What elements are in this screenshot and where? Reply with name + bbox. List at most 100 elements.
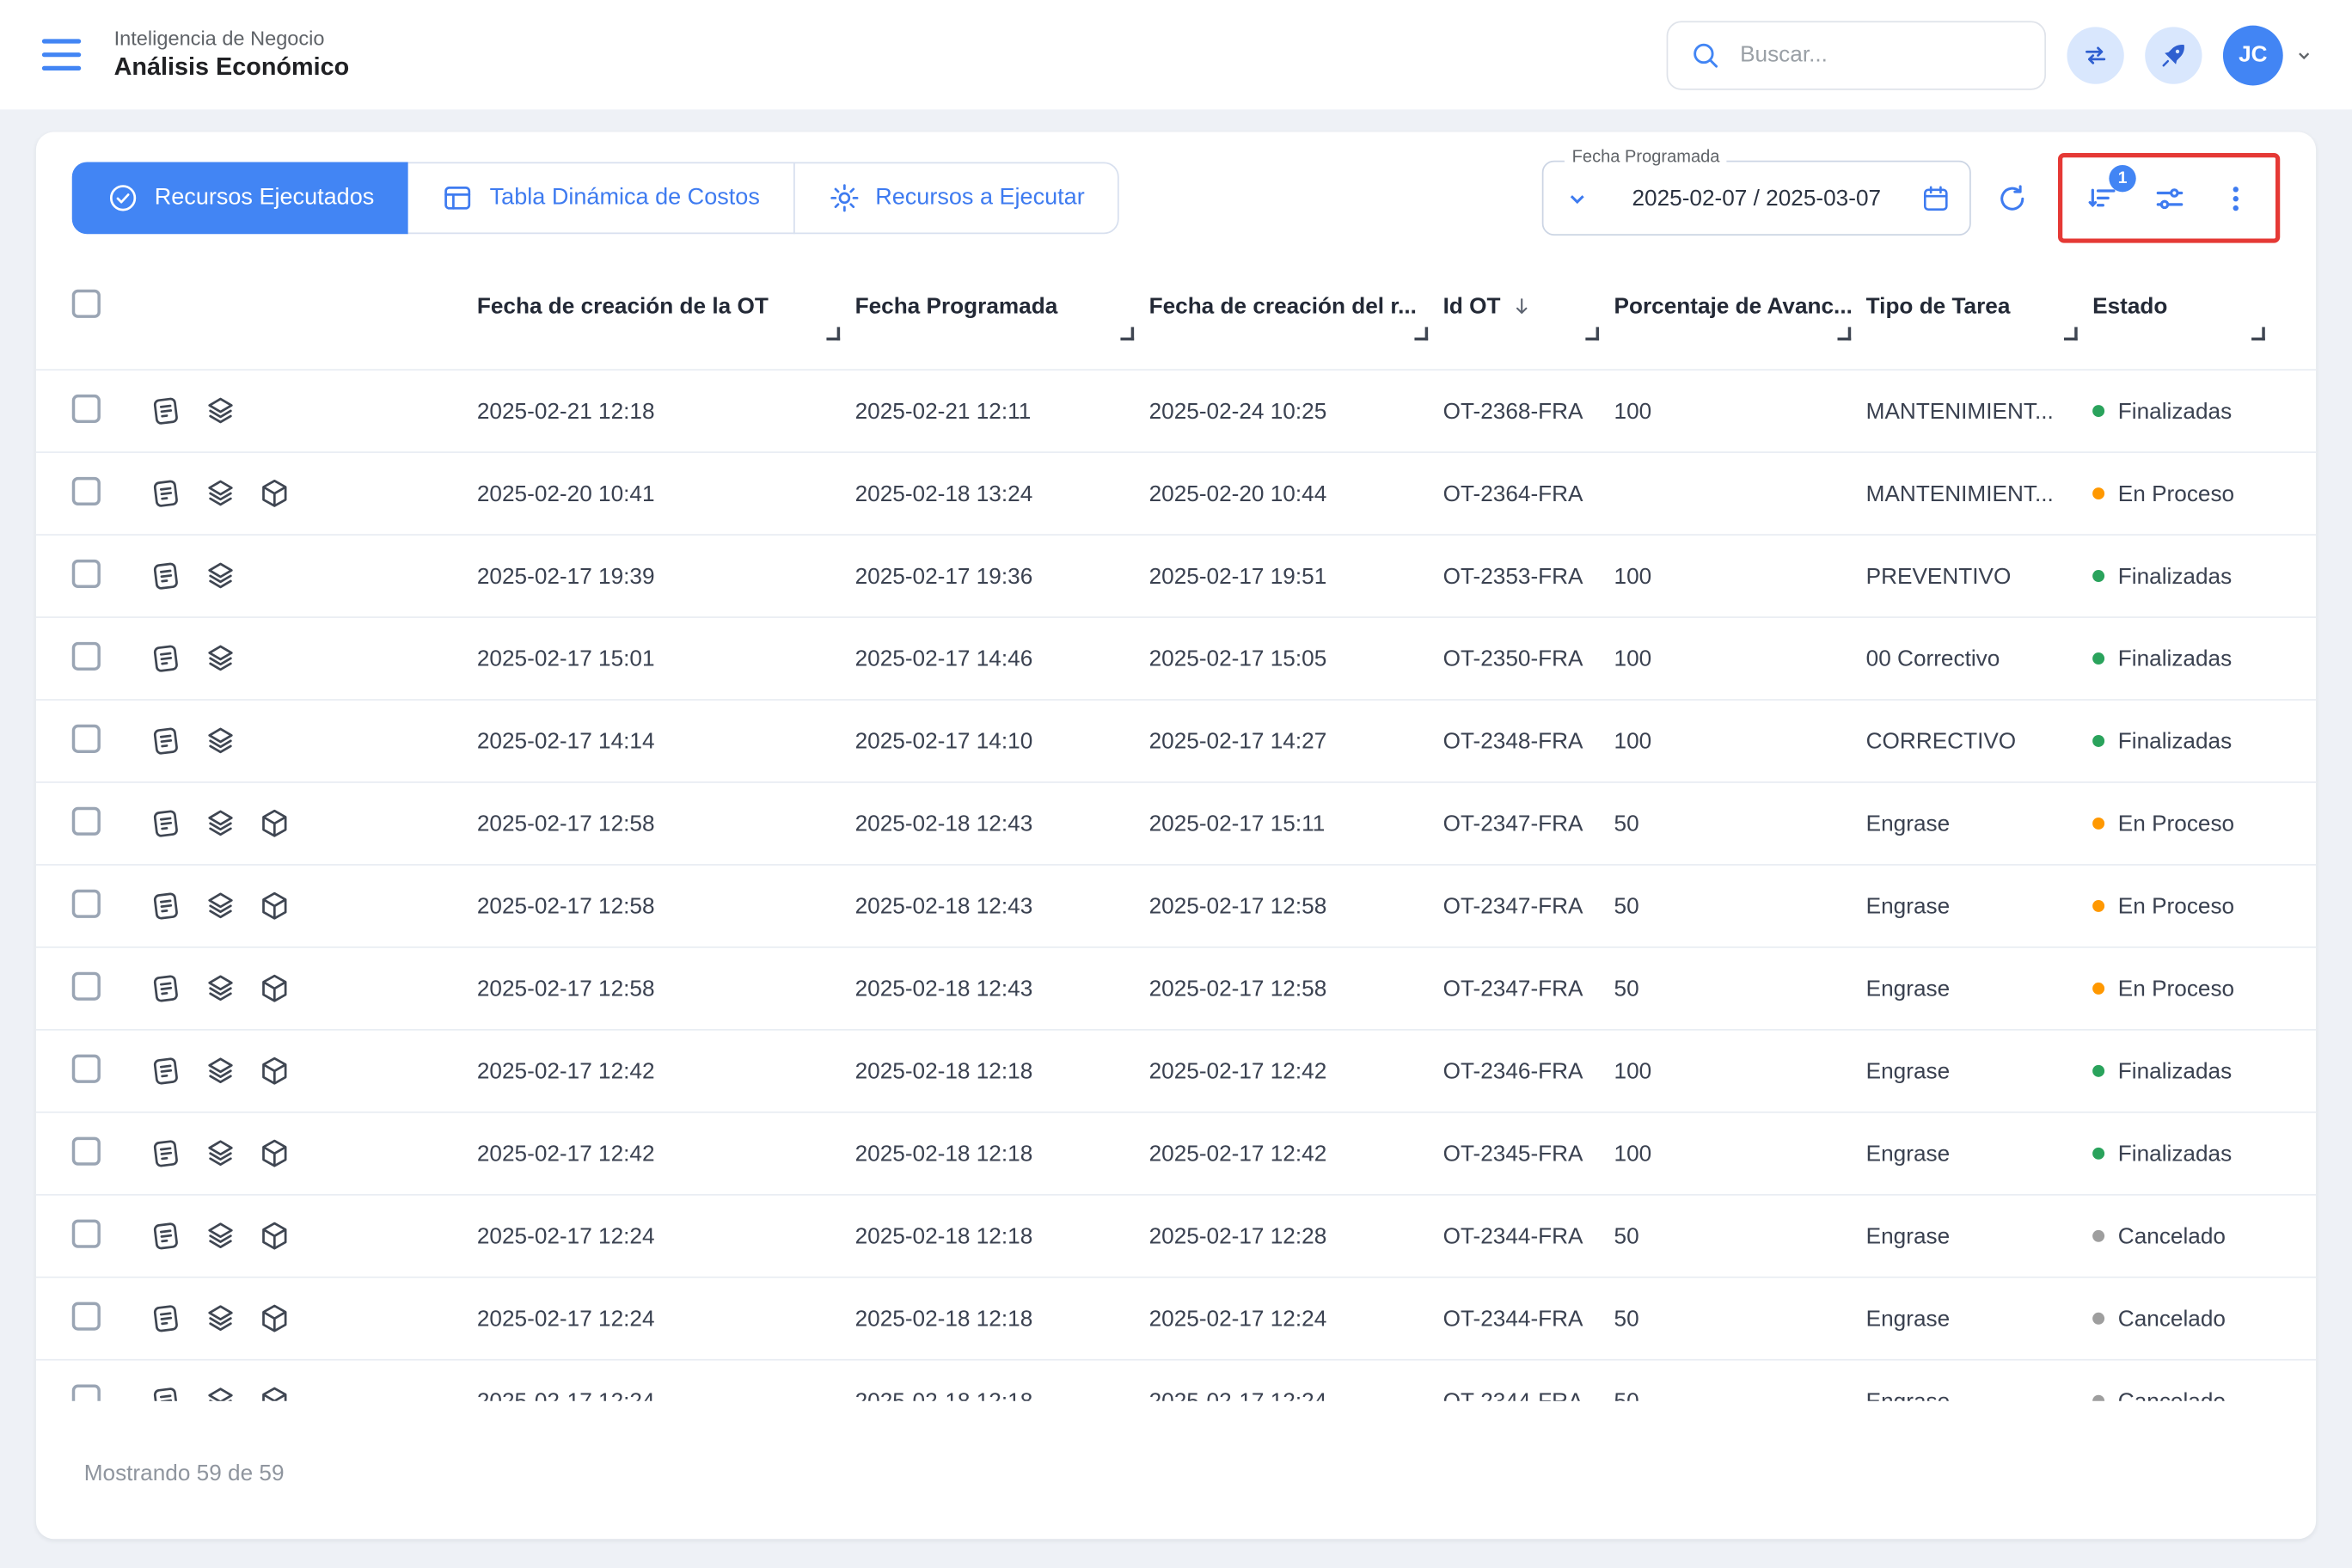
filter-button[interactable]: 1 bbox=[2074, 164, 2136, 226]
column-resize-handle[interactable] bbox=[826, 327, 841, 341]
document-icon bbox=[153, 562, 178, 590]
user-menu[interactable]: JC bbox=[2222, 24, 2316, 85]
column-header-porcentaje-de-avanc[interactable]: Porcentaje de Avanc... bbox=[1614, 264, 1866, 348]
avatar[interactable]: JC bbox=[2222, 24, 2283, 85]
column-header-fecha-programada[interactable]: Fecha Programada bbox=[855, 264, 1149, 348]
column-header-estado[interactable]: Estado bbox=[2092, 264, 2280, 348]
table-row[interactable]: 2025-02-17 12:42 2025-02-18 12:18 2025-02-… bbox=[35, 1113, 2317, 1196]
status-label: Finalizadas bbox=[2117, 563, 2233, 589]
cell-progress: 100 bbox=[1614, 728, 1652, 754]
cell-task-type: 00 Correctivo bbox=[1865, 646, 2000, 671]
tab-label: Recursos a Ejecutar bbox=[875, 184, 1085, 211]
table-row[interactable]: 2025-02-17 15:01 2025-02-17 14:46 2025-02-… bbox=[35, 618, 2317, 701]
search-box[interactable] bbox=[1666, 20, 2047, 89]
column-resize-handle[interactable] bbox=[1585, 327, 1600, 341]
cell-scheduled: 2025-02-18 12:43 bbox=[854, 811, 1033, 836]
column-settings-button[interactable] bbox=[2141, 169, 2197, 226]
row-checkbox[interactable] bbox=[71, 640, 101, 671]
row-action-icons[interactable] bbox=[150, 560, 476, 592]
cell-id-ot: OT-2344-FRA bbox=[1442, 1305, 1583, 1332]
swap-button[interactable] bbox=[2067, 26, 2124, 83]
rocket-button[interactable] bbox=[2145, 26, 2202, 83]
column-resize-handle[interactable] bbox=[1414, 327, 1429, 341]
column-resize-handle[interactable] bbox=[1120, 327, 1135, 341]
row-action-icons[interactable] bbox=[150, 807, 476, 840]
row-action-icons[interactable] bbox=[150, 725, 476, 757]
row-checkbox[interactable] bbox=[71, 476, 101, 505]
date-range-picker[interactable]: Fecha Programada 2025-02-07 / 2025-03-07 bbox=[1541, 148, 1971, 236]
table-row[interactable]: 2025-02-17 14:14 2025-02-17 14:10 2025-02-… bbox=[35, 701, 2317, 783]
row-checkbox[interactable] bbox=[71, 1218, 101, 1247]
row-action-icons[interactable] bbox=[150, 395, 476, 427]
status-dot bbox=[2092, 982, 2105, 995]
table-row[interactable]: 2025-02-20 10:41 2025-02-18 13:24 2025-02-… bbox=[35, 453, 2317, 536]
search-input[interactable] bbox=[1736, 40, 2024, 70]
row-action-icons[interactable] bbox=[150, 1137, 476, 1170]
table-row[interactable]: 2025-02-17 19:39 2025-02-17 19:36 2025-02-… bbox=[35, 536, 2317, 618]
row-action-icons[interactable] bbox=[150, 890, 476, 922]
row-action-icons[interactable] bbox=[150, 1220, 476, 1253]
row-checkbox[interactable] bbox=[71, 394, 101, 423]
tab-recursos-a-ejecutar[interactable]: Recursos a Ejecutar bbox=[793, 162, 1119, 235]
calendar-icon[interactable] bbox=[1920, 182, 1951, 214]
table-row[interactable]: 2025-02-17 12:242025-02-18 12:182025-02-… bbox=[35, 1278, 2317, 1361]
table-row[interactable]: 2025-02-17 12:58 2025-02-18 12:43 2025-02-… bbox=[35, 783, 2317, 866]
layers-icon bbox=[208, 892, 233, 919]
select-all-checkbox[interactable] bbox=[71, 288, 101, 318]
row-action-icons[interactable] bbox=[150, 1385, 476, 1401]
table-row[interactable]: 2025-02-17 12:58 2025-02-18 12:43 2025-02-… bbox=[35, 866, 2317, 948]
row-checkbox[interactable] bbox=[71, 805, 101, 836]
row-action-icons[interactable] bbox=[150, 642, 476, 675]
cell-id-ot: OT-2368-FRA bbox=[1442, 398, 1583, 424]
cell-req-created: 2025-02-24 10:25 bbox=[1148, 398, 1327, 424]
row-action-icons[interactable] bbox=[150, 1055, 476, 1087]
table-header-row: Fecha de creación de la OT Fecha Programa… bbox=[36, 264, 2316, 348]
cell-scheduled: 2025-02-18 12:18 bbox=[854, 1140, 1033, 1167]
row-checkbox[interactable] bbox=[71, 558, 101, 588]
cell-status: Finalizadas bbox=[2092, 563, 2280, 589]
row-checkbox[interactable] bbox=[71, 1053, 101, 1082]
column-header-tipo-de-tarea[interactable]: Tipo de Tarea bbox=[1866, 264, 2092, 348]
refresh-button[interactable] bbox=[1983, 169, 2040, 226]
cell-ot-created: 2025-02-21 12:18 bbox=[476, 398, 655, 424]
row-checkbox[interactable] bbox=[71, 723, 101, 753]
cell-progress: 50 bbox=[1614, 1222, 1639, 1249]
row-checkbox[interactable] bbox=[71, 971, 101, 1000]
table-row[interactable]: 2025-02-17 12:242025-02-18 12:182025-02-… bbox=[35, 1196, 2317, 1278]
table-row[interactable]: 2025-02-21 12:18 2025-02-21 12:11 2025-02-… bbox=[35, 371, 2317, 453]
column-header-fecha-de-creacion-de-la-ot[interactable]: Fecha de creación de la OT bbox=[477, 264, 855, 348]
cell-scheduled: 2025-02-18 13:24 bbox=[854, 481, 1033, 506]
column-header-fecha-de-creacion-del-r[interactable]: Fecha de creación del r... bbox=[1149, 264, 1443, 348]
row-action-icons[interactable] bbox=[150, 477, 476, 510]
row-checkbox[interactable] bbox=[71, 1136, 101, 1165]
check-circle-icon bbox=[109, 185, 137, 211]
cube-icon bbox=[262, 1387, 287, 1401]
column-header-id-ot[interactable]: Id OT bbox=[1443, 264, 1614, 348]
cell-ot-created: 2025-02-17 15:01 bbox=[476, 646, 655, 671]
column-resize-handle[interactable] bbox=[2063, 327, 2078, 341]
menu-button[interactable] bbox=[36, 33, 87, 77]
column-resize-handle[interactable] bbox=[1837, 327, 1852, 341]
row-checkbox[interactable] bbox=[71, 1383, 101, 1401]
table-row[interactable]: 2025-02-17 12:58 2025-02-18 12:43 2025-02-… bbox=[35, 948, 2317, 1031]
row-checkbox[interactable] bbox=[71, 888, 101, 918]
layers-icon bbox=[208, 397, 233, 424]
table-row[interactable]: 2025-02-17 12:42 2025-02-18 12:18 2025-02-… bbox=[35, 1031, 2317, 1113]
cell-ot-created: 2025-02-17 12:58 bbox=[476, 893, 655, 919]
column-label: Fecha de creación del r... bbox=[1148, 293, 1417, 319]
column-resize-handle[interactable] bbox=[2251, 327, 2265, 341]
status-label: Cancelado bbox=[2117, 1305, 2226, 1332]
cell-progress: 100 bbox=[1614, 1140, 1652, 1167]
row-action-icons[interactable] bbox=[150, 972, 476, 1005]
tab-tabla-dinamica-de-costos[interactable]: Tabla Dinámica de Costos bbox=[407, 162, 794, 235]
row-action-icons[interactable] bbox=[150, 1302, 476, 1335]
cell-req-created: 2025-02-17 12:58 bbox=[1148, 893, 1327, 919]
cell-ot-created: 2025-02-17 12:42 bbox=[476, 1058, 655, 1084]
more-options-button[interactable] bbox=[2207, 169, 2263, 226]
cell-status: Finalizadas bbox=[2092, 646, 2280, 671]
tab-recursos-ejecutados[interactable]: Recursos Ejecutados bbox=[71, 162, 409, 235]
row-checkbox[interactable] bbox=[71, 1301, 101, 1330]
cell-progress: 50 bbox=[1614, 893, 1639, 919]
chevron-down-icon[interactable] bbox=[1561, 182, 1593, 214]
table-row[interactable]: 2025-02-17 12:242025-02-18 12:182025-02-… bbox=[36, 1361, 2316, 1401]
